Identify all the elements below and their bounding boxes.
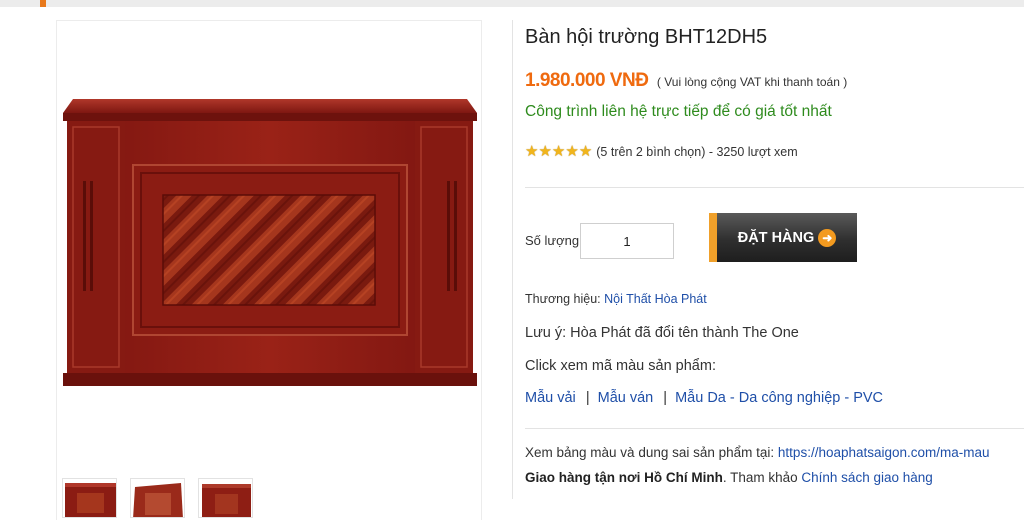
divider <box>525 187 1024 188</box>
separator: | <box>663 390 668 406</box>
delivery-policy-link[interactable]: Chính sách giao hàng <box>801 470 932 485</box>
price-row: 1.980.000 VNĐ ( Vui lòng cộng VAT khi th… <box>525 70 847 92</box>
delivery-bold: Giao hàng tận nơi Hồ Chí Minh <box>525 470 723 485</box>
top-bar-accent <box>40 0 46 7</box>
tolerance-row: Xem bảng màu và dung sai sản phẩm tại: h… <box>525 445 990 460</box>
quantity-label: Số lượng <box>525 233 580 248</box>
product-main-image[interactable] <box>63 91 477 386</box>
rating-text: (5 trên 2 bình chọn) - 3250 lượt xem <box>596 145 798 159</box>
contact-note: Công trình liên hệ trực tiếp để có giá t… <box>525 103 832 120</box>
swatch-link-leather[interactable]: Mẫu Da - Da công nghiệp - PVC <box>675 390 883 406</box>
order-button[interactable]: ĐẶT HÀNG ➜ <box>709 213 857 262</box>
product-price: 1.980.000 VNĐ <box>525 70 649 91</box>
rename-note: Lưu ý: Hòa Phát đã đổi tên thành The One <box>525 325 799 341</box>
quantity-input[interactable] <box>580 223 674 259</box>
product-title: Bàn hội trường BHT12DH5 <box>525 26 768 48</box>
product-info: Bàn hội trường BHT12DH5 1.980.000 VNĐ ( … <box>512 20 1024 499</box>
brand-label: Thương hiệu: <box>525 292 601 306</box>
delivery-row: Giao hàng tận nơi Hồ Chí Minh. Tham khảo… <box>525 470 933 485</box>
brand-row: Thương hiệu: Nội Thất Hòa Phát <box>525 292 707 306</box>
separator: | <box>585 390 590 406</box>
divider <box>525 428 1024 429</box>
rating-row: ★ ★ ★ ★ ★ (5 trên 2 bình chọn) - 3250 lư… <box>525 144 798 159</box>
product-gallery <box>56 20 482 520</box>
star-icon[interactable]: ★ <box>538 144 551 159</box>
swatch-title: Click xem mã màu sản phẩm: <box>525 358 716 374</box>
swatch-link-fabric[interactable]: Mẫu vải <box>525 390 576 406</box>
thumbnail-1[interactable] <box>62 478 117 518</box>
vat-note: ( Vui lòng cộng VAT khi thanh toán ) <box>656 75 848 89</box>
swatch-link-board[interactable]: Mẫu ván <box>598 390 654 406</box>
arrow-right-circle-icon: ➜ <box>818 228 837 247</box>
star-icon[interactable]: ★ <box>552 144 565 159</box>
swatch-links: Mẫu vải | Mẫu ván | Mẫu Da - Da công ngh… <box>525 390 883 406</box>
brand-link[interactable]: Nội Thất Hòa Phát <box>604 292 707 306</box>
order-button-label: ĐẶT HÀNG <box>737 229 815 246</box>
lectern-desk-image <box>63 99 477 386</box>
star-icon[interactable]: ★ <box>565 144 578 159</box>
top-bar <box>0 0 1024 7</box>
delivery-text: . Tham khảo <box>722 470 798 485</box>
rating-stars[interactable]: ★ ★ ★ ★ ★ <box>525 144 592 159</box>
thumbnail-3[interactable] <box>198 478 253 518</box>
tolerance-text: Xem bảng màu và dung sai sản phẩm tại: <box>525 445 775 460</box>
thumbnail-2[interactable] <box>130 478 185 518</box>
star-icon[interactable]: ★ <box>579 144 592 159</box>
star-icon[interactable]: ★ <box>525 144 538 159</box>
tolerance-link[interactable]: https://hoaphatsaigon.com/ma-mau <box>778 445 990 460</box>
thumbnail-strip <box>62 478 253 518</box>
